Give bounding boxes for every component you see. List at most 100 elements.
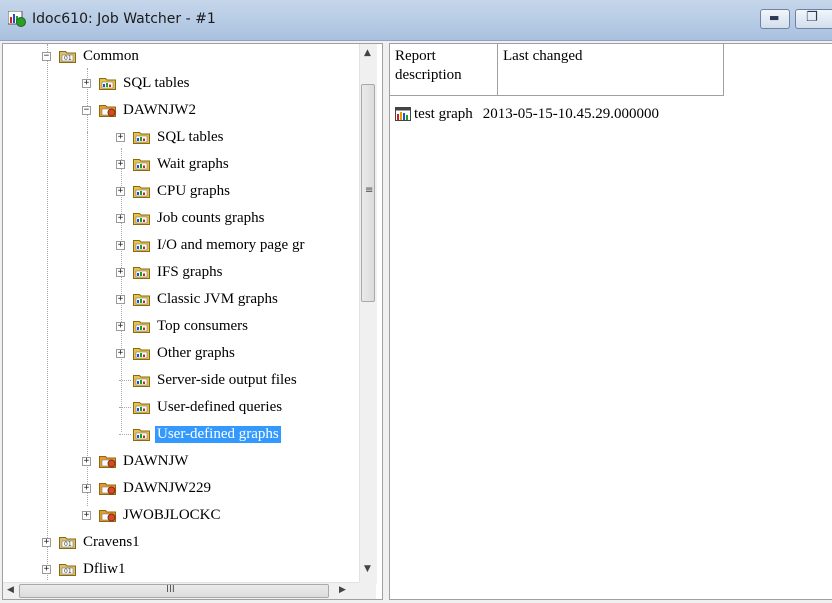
column-header-label: Last changed (503, 48, 583, 64)
collapse-icon[interactable]: − (82, 106, 91, 115)
folder-icon (133, 240, 150, 252)
tree-vertical-scrollbar[interactable]: ▲ ≡ ▼ (359, 44, 377, 584)
tree-item[interactable]: User-defined graphs (133, 424, 282, 444)
tree-item[interactable]: SQL tables (99, 73, 192, 93)
navigation-tree[interactable]: − 01 Common + SQL tables − DAWNJW2 + SQL tables +… (2, 43, 383, 600)
tree-item[interactable]: DAWNJW229 (99, 478, 213, 498)
tree-item[interactable]: 01 Common (59, 46, 141, 66)
expand-icon[interactable]: + (82, 484, 91, 493)
minimize-button[interactable]: ▬ (760, 9, 790, 29)
tree-item[interactable]: JWOBJLOCKC (99, 505, 223, 525)
tree-line (87, 132, 88, 506)
expand-icon[interactable]: + (116, 187, 125, 196)
folder-icon (99, 78, 116, 90)
tree-line (119, 407, 131, 408)
folder-icon (133, 132, 150, 144)
tree-item[interactable]: Wait graphs (133, 154, 231, 174)
tree-item[interactable]: User-defined queries (133, 397, 284, 417)
report-list[interactable]: Report description Last changed test gra… (389, 43, 832, 600)
tree-item-label: CPU graphs (157, 182, 230, 199)
tree-item-label: Cravens1 (83, 533, 140, 550)
column-header-label: Report description (395, 48, 462, 83)
collection-folder-icon (99, 510, 116, 522)
folder-icon (133, 159, 150, 171)
scroll-right-icon[interactable]: ▶ (339, 585, 346, 595)
title-bar[interactable]: Idoc610: Job Watcher - #1 ▬ ❐ (0, 0, 832, 41)
folder-icon (133, 429, 150, 441)
last-changed-value: 2013-05-15-10.45.29.000000 (482, 105, 659, 122)
folder-icon (133, 402, 150, 414)
expand-icon[interactable]: + (116, 322, 125, 331)
expand-icon[interactable]: + (116, 295, 125, 304)
maximize-icon: ❐ (806, 10, 818, 25)
folder-icon (133, 348, 150, 360)
folder-icon (133, 213, 150, 225)
minimize-icon: ▬ (769, 11, 780, 24)
tree-item[interactable]: DAWNJW (99, 451, 190, 471)
tree-item[interactable]: 01 Dfliw1 (59, 559, 128, 579)
collection-folder-icon (99, 105, 116, 117)
report-description: test graph (414, 105, 473, 122)
tree-item-label: I/O and memory page gr (157, 236, 305, 253)
tree-item-label: Wait graphs (157, 155, 229, 172)
list-item[interactable]: test graph 2013-05-15-10.45.29.000000 (395, 104, 659, 124)
tree-horizontal-scroll-thumb[interactable]: III (19, 584, 329, 598)
expand-icon[interactable]: + (82, 79, 91, 88)
tree-item[interactable]: Other graphs (133, 343, 237, 363)
tree-item[interactable]: Server-side output files (133, 370, 299, 390)
app-graph-icon (8, 11, 26, 27)
svg-text:01: 01 (64, 568, 72, 575)
tree-item-label: SQL tables (123, 74, 190, 91)
expand-icon[interactable]: + (116, 241, 125, 250)
expand-icon[interactable]: + (42, 538, 51, 547)
tree-item-label: IFS graphs (157, 263, 223, 280)
tree-line (119, 434, 131, 435)
expand-icon[interactable]: + (82, 511, 91, 520)
database-folder-icon: 01 (59, 537, 76, 549)
expand-icon[interactable]: + (116, 349, 125, 358)
maximize-button[interactable]: ❐ (795, 9, 832, 29)
tree-item-label: User-defined queries (157, 398, 283, 415)
tree-item-label: JWOBJLOCKC (123, 506, 221, 523)
svg-text:01: 01 (64, 541, 72, 548)
tree-item[interactable]: 01 Cravens1 (59, 532, 142, 552)
tree-item-label: Top consumers (157, 317, 249, 334)
tree-item[interactable]: DAWNJW2 (99, 100, 198, 120)
scroll-up-icon[interactable]: ▲ (364, 48, 371, 58)
tree-item[interactable]: IFS graphs (133, 262, 224, 282)
tree-item[interactable]: Classic JVM graphs (133, 289, 280, 309)
tree-item[interactable]: Job counts graphs (133, 208, 267, 228)
folder-icon (133, 321, 150, 333)
expand-icon[interactable]: + (116, 214, 125, 223)
collapse-icon[interactable]: − (42, 52, 51, 61)
tree-item[interactable]: I/O and memory page gr (133, 235, 306, 255)
column-header-last-changed[interactable]: Last changed (498, 44, 724, 96)
scrollbar-corner (359, 582, 376, 599)
tree-item-label: Common (83, 47, 139, 64)
column-header-report-description[interactable]: Report description (390, 44, 498, 96)
tree-vertical-scroll-thumb[interactable]: ≡ (361, 84, 375, 302)
folder-icon (133, 375, 150, 387)
expand-icon[interactable]: + (116, 133, 125, 142)
folder-icon (133, 294, 150, 306)
tree-item-label: User-defined graphs (154, 424, 282, 444)
scroll-left-icon[interactable]: ◀ (7, 585, 14, 595)
tree-horizontal-scrollbar[interactable]: ◀ III ▶ (3, 582, 359, 599)
database-folder-icon: 01 (59, 51, 76, 63)
tree-item[interactable]: SQL tables (133, 127, 226, 147)
scroll-down-icon[interactable]: ▼ (364, 564, 371, 574)
tree-item-label: SQL tables (157, 128, 224, 145)
expand-icon[interactable]: + (82, 457, 91, 466)
expand-icon[interactable]: + (116, 268, 125, 277)
tree-item[interactable]: CPU graphs (133, 181, 232, 201)
folder-icon (133, 267, 150, 279)
tree-item-label: Other graphs (157, 344, 235, 361)
window-title: Idoc610: Job Watcher - #1 (32, 11, 216, 27)
grip-icon: III (166, 584, 175, 595)
graph-icon (395, 107, 411, 121)
tree-item[interactable]: Top consumers (133, 316, 250, 336)
tree-item-label: DAWNJW229 (123, 479, 211, 496)
tree-item-label: Server-side output files (157, 371, 297, 388)
expand-icon[interactable]: + (42, 565, 51, 574)
expand-icon[interactable]: + (116, 160, 125, 169)
